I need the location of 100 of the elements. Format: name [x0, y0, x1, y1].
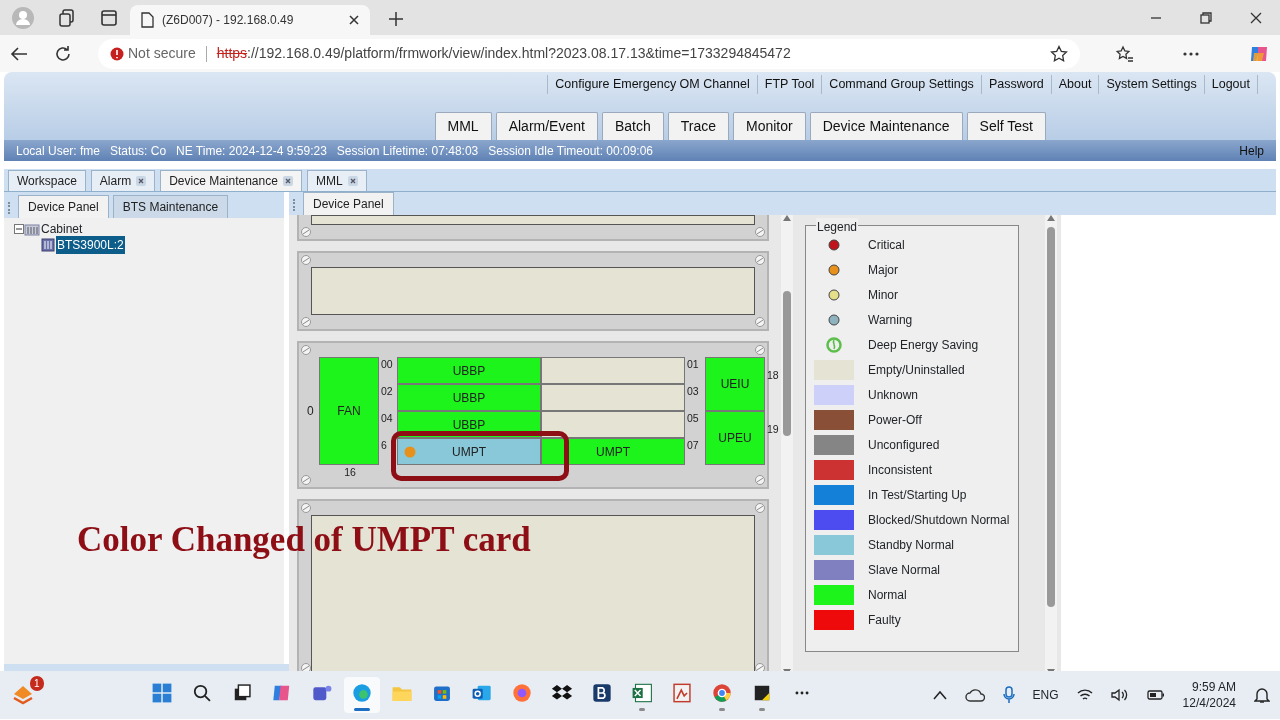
screw-icon [301, 345, 311, 355]
scroll-thumb[interactable] [1047, 227, 1055, 607]
close-icon[interactable] [1250, 11, 1262, 24]
workspace-tab[interactable]: Alarm [90, 170, 156, 191]
close-icon[interactable] [282, 176, 293, 186]
screw-icon [755, 255, 765, 265]
status-text: NE Time: 2024-12-4 9:59:23 [176, 142, 327, 160]
microphone-icon[interactable] [1002, 686, 1015, 704]
nav-button[interactable]: Trace [667, 112, 729, 140]
restore-icon[interactable] [1200, 11, 1212, 24]
page-icon [140, 12, 154, 28]
slot-number: 16 [343, 465, 357, 480]
slot-number: 04 [380, 411, 394, 426]
chevron-up-icon[interactable] [932, 690, 947, 700]
panel-tab[interactable]: Device Panel [303, 192, 394, 215]
status-text: Status: Co [110, 142, 167, 160]
status-text: Local User: fme [16, 142, 101, 160]
new-tab-icon[interactable] [388, 11, 404, 27]
slot-number: 07 [686, 438, 700, 453]
help-link[interactable]: Help [1239, 141, 1264, 160]
clock-time[interactable]: 9:59 AM [1191, 678, 1236, 695]
tree-item[interactable]: BTS3900L:2 [56, 236, 125, 254]
cloud-icon[interactable] [964, 687, 985, 703]
board-slot[interactable]: UEIU [705, 357, 765, 411]
screw-icon [301, 475, 311, 485]
status-text: Session Lifetime: 07:48:03 [336, 142, 479, 160]
nav-button[interactable]: Self Test [966, 112, 1046, 140]
header-link[interactable]: System Settings [1098, 75, 1204, 94]
legend-title: Legend [816, 218, 859, 236]
scroll-thumb[interactable] [783, 291, 791, 436]
nav-button[interactable]: MML [434, 112, 492, 140]
board-slot[interactable]: UBBP [397, 357, 541, 384]
scroll-up-icon[interactable] [783, 215, 791, 221]
header-link[interactable]: Configure Emergency OM Channel [547, 75, 757, 94]
workspace-tab[interactable]: MML [306, 170, 367, 191]
close-icon[interactable] [136, 176, 147, 186]
battery-icon[interactable] [1146, 689, 1165, 701]
legend-label: Deep Energy Saving [868, 336, 979, 354]
warning-icon [110, 46, 124, 61]
workspace-tab[interactable]: Workspace [8, 170, 86, 191]
board-slot[interactable]: UMPT [541, 438, 685, 465]
screw-icon [301, 503, 311, 513]
legend-label: Warning [868, 311, 913, 329]
panel-tab[interactable]: BTS Maintenance [112, 195, 229, 218]
clock-date[interactable]: 12/4/2024 [1182, 695, 1236, 712]
nav-button[interactable]: Batch [601, 112, 664, 140]
annotation-text: Color Changed of UMPT card [77, 519, 531, 561]
language-indicator[interactable]: ENG [1032, 686, 1059, 704]
header-link[interactable]: Logout [1203, 75, 1258, 94]
notification-icon[interactable] [1254, 686, 1270, 704]
header-link[interactable]: FTP Tool [756, 75, 822, 94]
header-link[interactable]: Command Group Settings [821, 75, 981, 94]
workspaces-icon[interactable] [58, 8, 76, 27]
reload-icon[interactable] [54, 44, 72, 63]
row-number: 0 [306, 403, 315, 420]
board-slot[interactable]: UPEU [705, 411, 765, 465]
favorites-icon[interactable] [1116, 44, 1134, 63]
slot-number: 00 [380, 357, 394, 372]
nav-button[interactable]: Monitor [733, 112, 806, 140]
header-link[interactable]: Password [980, 75, 1051, 94]
url-text: ://192.168.0.49/platform/frmwork/view/index.html?2023.08.17.13&time=1733294845472 [247, 44, 791, 63]
back-icon[interactable] [10, 44, 28, 63]
notification-badge: 1 [30, 676, 44, 691]
workspace-tab[interactable]: Device Maintenance [160, 170, 302, 191]
screw-icon [755, 317, 765, 327]
legend-label: Blocked/Shutdown Normal [868, 511, 1010, 529]
screw-icon [755, 345, 765, 355]
board-slot[interactable]: UBBP [397, 384, 541, 411]
volume-icon[interactable] [1110, 688, 1129, 702]
nav-button[interactable]: Device Maintenance [809, 112, 963, 140]
legend-label: Critical [868, 236, 905, 254]
panel-tab[interactable]: Device Panel [18, 195, 109, 218]
header-link[interactable]: About [1050, 75, 1099, 94]
legend-label: Unconfigured [868, 436, 940, 454]
scroll-up-icon[interactable] [1047, 215, 1055, 221]
tab-actions-icon[interactable] [100, 8, 118, 27]
close-icon[interactable] [348, 14, 360, 26]
close-icon[interactable] [347, 176, 358, 186]
slot-number: 18 [766, 368, 779, 384]
legend-label: Normal [868, 586, 907, 604]
legend-label: Empty/Uninstalled [868, 361, 965, 379]
board-slot[interactable]: UMPT [397, 438, 541, 465]
slot-number: 6 [380, 438, 388, 453]
slot-number: 01 [686, 357, 700, 372]
screw-icon [301, 255, 311, 265]
screw-icon [301, 317, 311, 327]
address-bar[interactable]: Not secure https://192.168.0.49/platform/frmwork/view/index.html?2023.08.17.13&time=1733294845472 [98, 38, 1080, 69]
legend-label: Minor [868, 286, 898, 304]
legend-label: In Test/Starting Up [868, 486, 967, 504]
cabinet-icon [24, 222, 40, 236]
wifi-icon[interactable] [1076, 688, 1093, 702]
board-slot[interactable]: FAN [319, 357, 379, 465]
nav-button[interactable]: Alarm/Event [495, 112, 598, 140]
collapse-icon[interactable] [14, 224, 24, 234]
security-label[interactable]: Not secure [128, 43, 196, 64]
browser-tab[interactable]: (Z6D007) - 192.168.0.49 [130, 5, 370, 35]
url-scheme: https [216, 44, 248, 63]
favorite-icon[interactable] [1050, 44, 1068, 63]
slot-number: 02 [380, 384, 394, 399]
tree-item[interactable]: Cabinet [40, 220, 84, 238]
